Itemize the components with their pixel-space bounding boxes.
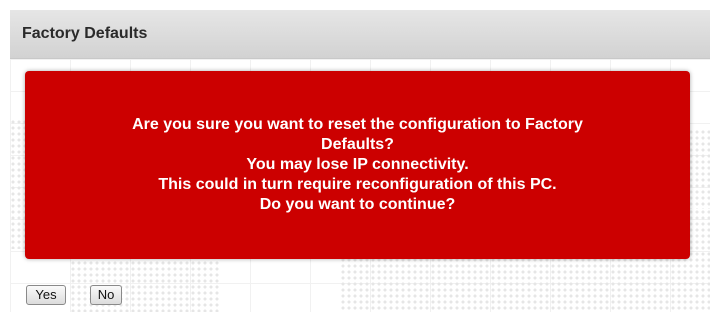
warning-message: Are you sure you want to reset the confi…	[58, 115, 658, 215]
warning-line: You may lose IP connectivity.	[246, 156, 469, 173]
warning-alert: Are you sure you want to reset the confi…	[25, 71, 690, 259]
warning-line: This could in turn require reconfigurati…	[158, 176, 557, 193]
page-header: Factory Defaults	[10, 10, 710, 59]
warning-line: Do you want to continue?	[259, 196, 456, 213]
content-area: Are you sure you want to reset the confi…	[10, 59, 710, 312]
yes-button[interactable]: Yes	[26, 285, 66, 305]
page-title: Factory Defaults	[22, 25, 148, 42]
no-button[interactable]: No	[90, 285, 122, 305]
warning-line: Defaults?	[321, 136, 394, 153]
warning-line: Are you sure you want to reset the confi…	[132, 116, 583, 133]
